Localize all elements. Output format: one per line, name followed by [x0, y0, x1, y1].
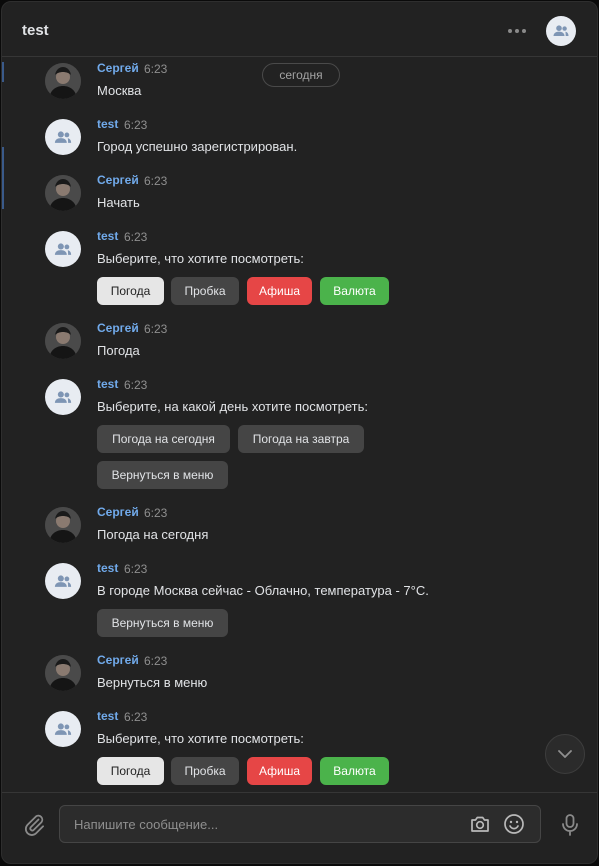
user-photo [45, 323, 81, 359]
date-separator: сегодня [262, 63, 340, 87]
attach-icon[interactable] [22, 813, 46, 837]
message-time: 6:23 [144, 62, 168, 76]
message-input[interactable] [60, 806, 460, 842]
message-time: 6:23 [144, 654, 168, 668]
keyboard-button[interactable]: Пробка [171, 757, 239, 785]
avatar[interactable] [45, 379, 81, 415]
keyboard-button[interactable]: Погода на завтра [238, 425, 364, 453]
message-text: Погода [97, 343, 140, 358]
message-text: Выберите, что хотите посмотреть: [97, 731, 304, 746]
message-time: 6:23 [144, 322, 168, 336]
message-time: 6:23 [144, 174, 168, 188]
scroll-down-button[interactable] [545, 734, 585, 774]
message-author[interactable]: test [97, 117, 118, 131]
avatar[interactable] [45, 563, 81, 599]
message-text: Город успешно зарегистрирован. [97, 139, 298, 154]
avatar[interactable] [45, 323, 81, 359]
keyboard-button[interactable]: Валюта [320, 277, 389, 305]
avatar[interactable] [45, 507, 81, 543]
message-text: Выберите, на какой день хотите посмотрет… [97, 399, 368, 414]
keyboard-button[interactable]: Афиша [247, 277, 312, 305]
message-author[interactable]: Сергей [97, 321, 139, 335]
group-icon [54, 722, 72, 735]
group-icon [54, 574, 72, 587]
chat-title: test [22, 22, 49, 39]
message-author[interactable]: Сергей [97, 505, 139, 519]
avatar[interactable] [45, 231, 81, 267]
keyboard-button[interactable]: Погода [97, 277, 164, 305]
avatar[interactable] [45, 63, 81, 99]
user-photo [45, 655, 81, 691]
keyboard-button[interactable]: Валюта [320, 757, 389, 785]
avatar[interactable] [45, 711, 81, 747]
message-text: Выберите, что хотите посмотреть: [97, 251, 304, 266]
chat-avatar[interactable] [546, 16, 576, 46]
message-text: Вернуться в меню [97, 675, 208, 690]
user-photo [45, 507, 81, 543]
message-author[interactable]: test [97, 229, 118, 243]
group-icon [553, 25, 569, 36]
keyboard-button[interactable]: Погода на сегодня [97, 425, 230, 453]
message-text: Начать [97, 195, 140, 210]
keyboard-button[interactable]: Пробка [171, 277, 239, 305]
group-icon [54, 242, 72, 255]
message-time: 6:23 [124, 378, 148, 392]
scroll-indicator [2, 62, 4, 82]
message-time: 6:23 [124, 562, 148, 576]
message-author[interactable]: Сергей [97, 653, 139, 667]
message-author[interactable]: Сергей [97, 173, 139, 187]
keyboard-button[interactable]: Погода [97, 757, 164, 785]
message-text: В городе Москва сейчас - Облачно, темпер… [97, 583, 429, 598]
message-text: Москва [97, 83, 142, 98]
more-options-icon[interactable] [505, 19, 529, 43]
message-time: 6:23 [124, 710, 148, 724]
keyboard-button[interactable]: Афиша [247, 757, 312, 785]
avatar[interactable] [45, 119, 81, 155]
scroll-indicator [2, 147, 4, 209]
message-time: 6:23 [124, 118, 148, 132]
message-time: 6:23 [144, 506, 168, 520]
keyboard-button[interactable]: Вернуться в меню [97, 609, 228, 637]
camera-icon[interactable] [469, 813, 491, 835]
message-composer [2, 792, 597, 863]
group-icon [54, 390, 72, 403]
chat-window: test сегодня Сергей 6:23 Москва test 6:23 Гор… [1, 1, 598, 864]
message-author[interactable]: test [97, 709, 118, 723]
group-icon [54, 130, 72, 143]
emoji-icon[interactable] [503, 813, 525, 835]
message-text: Погода на сегодня [97, 527, 209, 542]
message-author[interactable]: test [97, 377, 118, 391]
avatar[interactable] [45, 655, 81, 691]
chat-header: test [2, 2, 597, 57]
microphone-icon[interactable] [559, 813, 581, 837]
user-photo [45, 175, 81, 211]
keyboard-button[interactable]: Вернуться в меню [97, 461, 228, 489]
message-author[interactable]: Сергей [97, 61, 139, 75]
message-author[interactable]: test [97, 561, 118, 575]
avatar[interactable] [45, 175, 81, 211]
user-photo [45, 63, 81, 99]
message-time: 6:23 [124, 230, 148, 244]
chevron-down-icon [558, 750, 572, 758]
message-input-box [59, 805, 541, 843]
